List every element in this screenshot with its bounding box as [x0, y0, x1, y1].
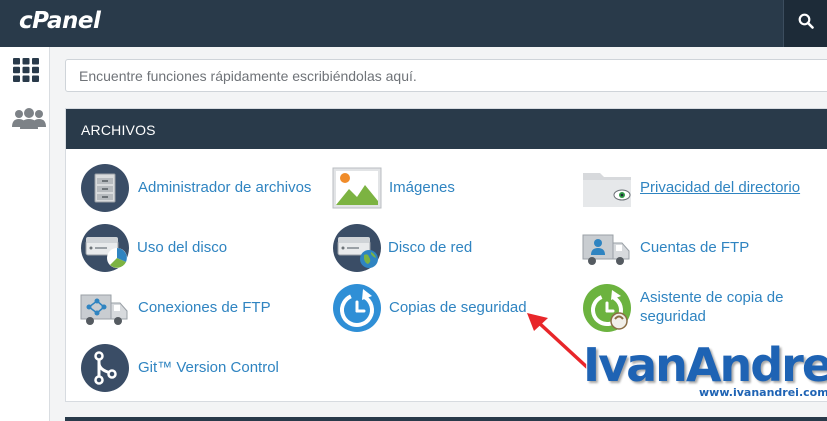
next-section-header — [65, 417, 827, 421]
directory-privacy-icon — [583, 173, 631, 207]
header-search-button[interactable] — [783, 0, 827, 47]
item-label: Privacidad del directorio — [640, 179, 801, 196]
item-label: Conexiones de FTP — [138, 299, 271, 316]
item-label: Cuentas de FTP — [640, 239, 750, 256]
item-label: Git™ Version Control — [138, 359, 279, 376]
file-manager-icon — [81, 164, 129, 212]
ftp-connections-icon — [80, 294, 128, 325]
item-label: Copias de seguridad — [389, 299, 527, 316]
sidebar — [0, 47, 50, 421]
ftp-accounts-icon — [582, 234, 630, 265]
git-icon — [81, 344, 129, 392]
item-label: Asistente de copia de — [640, 289, 784, 306]
network-disk-icon — [333, 224, 381, 272]
watermark-name: IvanAndrei — [582, 338, 827, 392]
quick-search-input[interactable] — [65, 59, 827, 92]
item-label: Uso del disco — [137, 239, 228, 256]
item-label: Administrador de archivos — [138, 179, 312, 196]
search-icon — [798, 13, 814, 29]
backup-icon — [333, 284, 381, 332]
grid-apps-icon[interactable] — [11, 57, 41, 83]
top-bar: cPanel — [0, 0, 827, 47]
images-icon — [332, 167, 382, 209]
watermark-url: www.ivanandrei.com — [699, 386, 827, 399]
item-label: Imágenes — [389, 179, 455, 196]
section-title[interactable]: ARCHIVOS — [66, 109, 827, 149]
users-icon[interactable] — [11, 107, 47, 131]
item-label-line2: seguridad — [640, 308, 706, 325]
disk-usage-icon — [81, 224, 129, 272]
watermark: IvanAndrei www.ivanandrei.com — [582, 338, 827, 405]
cpanel-logo[interactable]: cPanel — [19, 8, 101, 34]
item-label: Disco de red — [388, 239, 473, 256]
